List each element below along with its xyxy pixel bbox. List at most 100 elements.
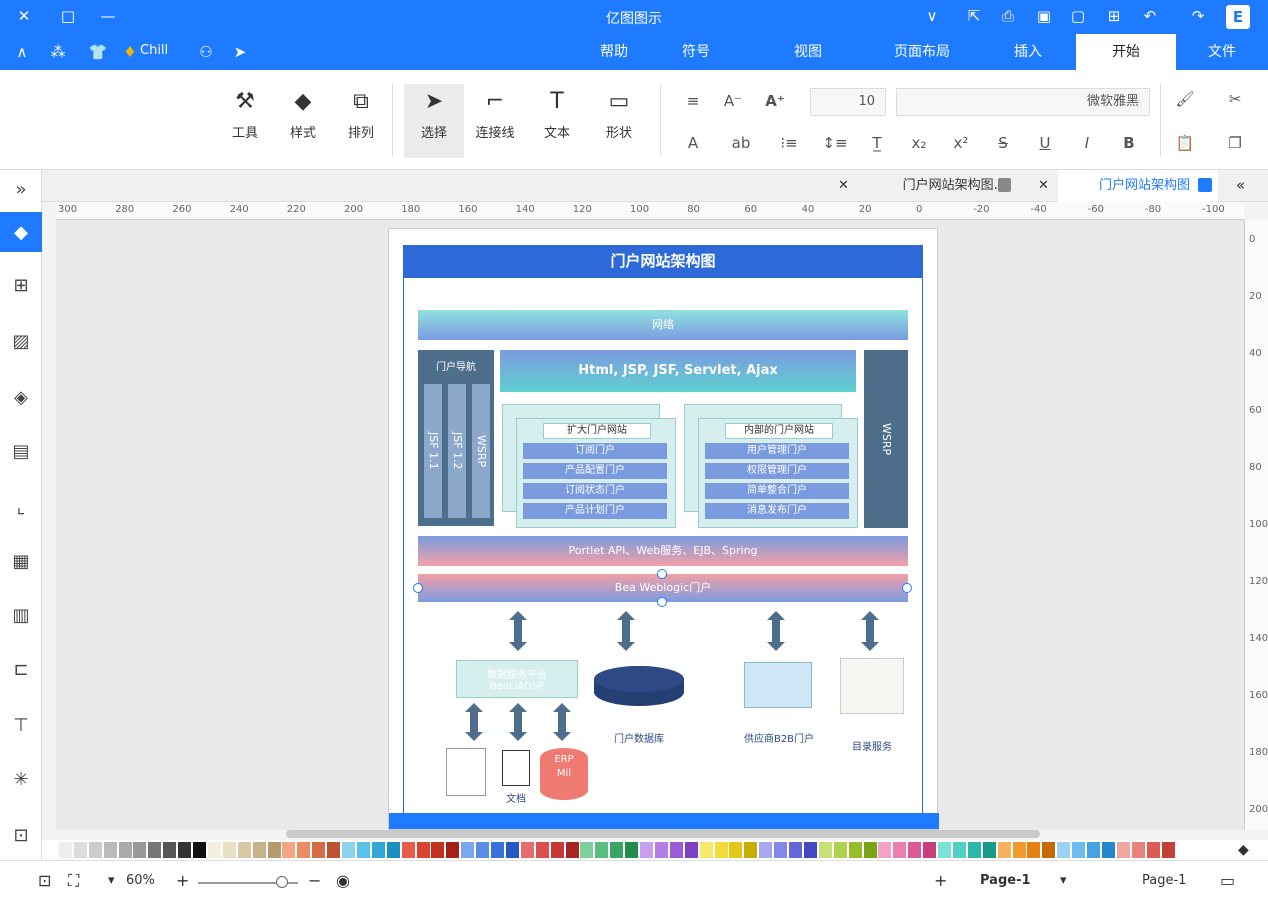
color-swatch[interactable] [207, 842, 221, 858]
selection-handle[interactable] [657, 597, 667, 607]
color-swatch[interactable] [237, 842, 251, 858]
close-tab-icon[interactable]: ✕ [1038, 178, 1049, 193]
color-swatch[interactable] [118, 842, 132, 858]
underline-icon[interactable]: U [1032, 130, 1058, 156]
apps-icon[interactable]: ⁂ [48, 42, 68, 62]
color-swatch[interactable] [759, 842, 773, 858]
superscript-icon[interactable]: x² [948, 130, 974, 156]
color-swatch[interactable] [923, 842, 937, 858]
export-icon[interactable]: ⇱ [964, 6, 984, 26]
color-swatch[interactable] [1042, 842, 1056, 858]
page-tab[interactable]: Page-1 [980, 873, 1031, 888]
tab-page-layout[interactable]: 页面布局 [872, 34, 972, 70]
color-swatch[interactable] [44, 842, 57, 858]
color-swatch[interactable] [386, 842, 400, 858]
color-swatch[interactable] [878, 842, 892, 858]
color-swatch[interactable] [1072, 842, 1086, 858]
fill-panel-icon[interactable]: ◆ [0, 212, 42, 252]
diagram-page[interactable]: 门户网站架构图 网络 Html, JSP, JSF, Servlet, Ajax… [388, 228, 939, 830]
text-case-icon[interactable]: ab [728, 130, 754, 156]
color-swatch[interactable] [193, 842, 206, 858]
user-name[interactable]: Chill [140, 43, 168, 58]
color-swatch[interactable] [252, 842, 266, 858]
library-icon[interactable]: ▥ [6, 600, 36, 630]
color-swatch[interactable] [952, 842, 966, 858]
print-icon[interactable]: ⎙ [998, 6, 1018, 26]
play-icon[interactable]: ◉ [336, 871, 350, 890]
color-swatch[interactable] [297, 842, 311, 858]
format-icon[interactable]: ⊏ [6, 654, 36, 684]
document-shape[interactable] [502, 750, 530, 786]
data-platform-box[interactable]: 数据服务平台 BeaLiADSP [456, 660, 578, 698]
selection-handle[interactable] [413, 583, 423, 593]
internal-portal-panel[interactable]: 内部的门户网站 用户管理门户 权限管理门户 简单整合门户 消息发布门户 [698, 418, 858, 528]
connect-icon[interactable]: ⚇ [196, 42, 216, 62]
zoom-slider-thumb[interactable] [276, 876, 288, 888]
color-swatch[interactable] [312, 842, 326, 858]
dashboard-image[interactable] [446, 748, 486, 796]
color-swatch[interactable] [1146, 842, 1160, 858]
bidirectional-arrow[interactable] [465, 703, 483, 741]
color-swatch[interactable] [267, 842, 281, 858]
font-size-select[interactable]: 10 [810, 88, 886, 116]
internal-portal-item[interactable]: 简单整合门户 [705, 483, 849, 499]
chart-icon[interactable]: ⌞ [6, 492, 36, 522]
web-layer-bar[interactable]: Html, JSP, JSF, Servlet, Ajax [500, 350, 856, 392]
shape-button[interactable]: ▭ 形状 [592, 84, 646, 158]
color-swatch[interactable] [163, 842, 177, 858]
tab-view[interactable]: 视图 [770, 34, 846, 70]
maximize-icon[interactable]: □ [58, 6, 78, 26]
page-icon[interactable]: ▤ [6, 436, 36, 466]
catalog-image[interactable] [840, 658, 904, 714]
color-swatch[interactable] [282, 842, 296, 858]
external-portal-panel[interactable]: 扩大门户网站 订阅门户 产品配置门户 订阅状态门户 产品计划门户 [516, 418, 676, 528]
portal-nav-box[interactable]: 门户导航 JSF 1.1 JSF 1.2 WSRP [418, 350, 494, 526]
nav-cell[interactable]: JSF 1.2 [448, 384, 466, 518]
fit-page-icon[interactable]: ⊡ [38, 871, 51, 890]
color-swatch[interactable] [729, 842, 743, 858]
color-swatch[interactable] [1101, 842, 1115, 858]
color-swatch[interactable] [967, 842, 981, 858]
external-portal-item[interactable]: 订阅状态门户 [523, 483, 667, 499]
tab-help[interactable]: 帮助 [584, 34, 644, 70]
tools-button[interactable]: ⚒ 工具 [218, 84, 272, 158]
color-swatch[interactable] [803, 842, 817, 858]
color-swatch[interactable] [997, 842, 1011, 858]
bold-icon[interactable]: B [1116, 130, 1142, 156]
color-swatch[interactable] [1116, 842, 1130, 858]
internal-portal-item[interactable]: 权限管理门户 [705, 463, 849, 479]
network-bar[interactable]: 网络 [418, 310, 908, 340]
theme-icon[interactable]: 👕 [88, 42, 108, 62]
color-swatch[interactable] [178, 842, 192, 858]
zoom-in-icon[interactable]: + [176, 871, 189, 890]
save-icon[interactable]: ▣ [1034, 6, 1054, 26]
color-swatch[interactable] [818, 842, 832, 858]
color-swatch[interactable] [982, 842, 996, 858]
text-box-icon[interactable]: T̲ [864, 130, 890, 156]
horizontal-scrollbar[interactable] [286, 830, 1040, 838]
color-swatch[interactable] [58, 842, 72, 858]
cut-icon[interactable]: ✂ [1222, 86, 1248, 112]
color-swatch[interactable] [1057, 842, 1071, 858]
internal-portal-item[interactable]: 消息发布门户 [705, 503, 849, 519]
decrease-font-icon[interactable]: A⁻ [720, 88, 746, 114]
grid-icon[interactable]: ⊞ [6, 270, 36, 300]
add-page-icon[interactable]: + [934, 871, 947, 890]
wsrp-box[interactable]: WSRP [864, 350, 908, 528]
color-swatch[interactable] [416, 842, 430, 858]
collapse-ribbon-icon[interactable]: ∧ [12, 42, 32, 62]
color-swatch[interactable] [1012, 842, 1026, 858]
paste-icon[interactable]: 📋 [1172, 130, 1198, 156]
supplier-portal-image[interactable] [744, 662, 812, 708]
increase-font-icon[interactable]: A⁺ [762, 88, 788, 114]
color-swatch[interactable] [327, 842, 341, 858]
color-swatch[interactable] [1087, 842, 1100, 858]
color-swatch[interactable] [491, 842, 504, 858]
tab-symbols[interactable]: 符号 [658, 34, 734, 70]
drawing-canvas[interactable]: 门户网站架构图 网络 Html, JSP, JSF, Servlet, Ajax… [56, 220, 1244, 830]
table-icon[interactable]: ▦ [6, 546, 36, 576]
services-bar[interactable]: Portlet API、Web服务、EJB、Spring [418, 536, 908, 566]
color-swatch[interactable] [461, 842, 475, 858]
page-nav-label[interactable]: Page-1 [1142, 873, 1186, 888]
redo-icon[interactable]: ↷ [1188, 6, 1208, 26]
